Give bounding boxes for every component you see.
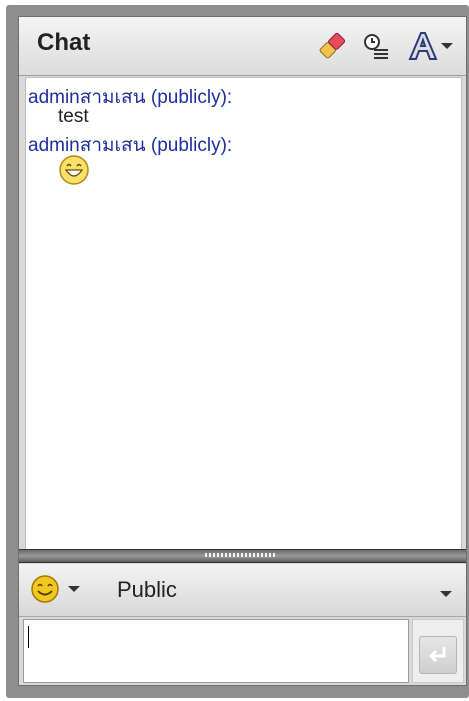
font-size-menu[interactable] <box>403 27 457 65</box>
grinning-emoticon-icon <box>58 154 90 190</box>
recipient-dropdown-chevron[interactable] <box>439 584 453 603</box>
chat-message-list[interactable]: adminสามเสน (publicly): test adminสามเสน… <box>25 77 462 550</box>
text-caret <box>28 626 29 648</box>
chat-panel: Chat adminสามเสน (publicly): test adminส… <box>18 16 467 686</box>
chevron-down-icon <box>68 586 80 592</box>
resize-splitter[interactable] <box>19 549 466 563</box>
enter-arrow-icon <box>419 636 457 674</box>
recipient-select-value[interactable]: Public <box>117 577 177 603</box>
message-text: test <box>58 106 89 127</box>
font-size-icon <box>408 32 438 60</box>
chat-title: Chat <box>37 29 91 56</box>
splitter-grip[interactable] <box>205 553 277 557</box>
smiley-icon <box>31 575 59 603</box>
chat-header: Chat <box>19 17 466 76</box>
message-input[interactable] <box>23 619 409 683</box>
chevron-down-icon <box>441 43 453 49</box>
eraser-icon[interactable] <box>313 27 351 65</box>
emoticon-menu-button[interactable] <box>29 573 81 605</box>
send-button[interactable] <box>412 619 464 683</box>
composer-toolbar: Public <box>19 564 466 617</box>
chevron-down-icon <box>440 591 452 597</box>
status-list-icon[interactable] <box>360 27 392 65</box>
